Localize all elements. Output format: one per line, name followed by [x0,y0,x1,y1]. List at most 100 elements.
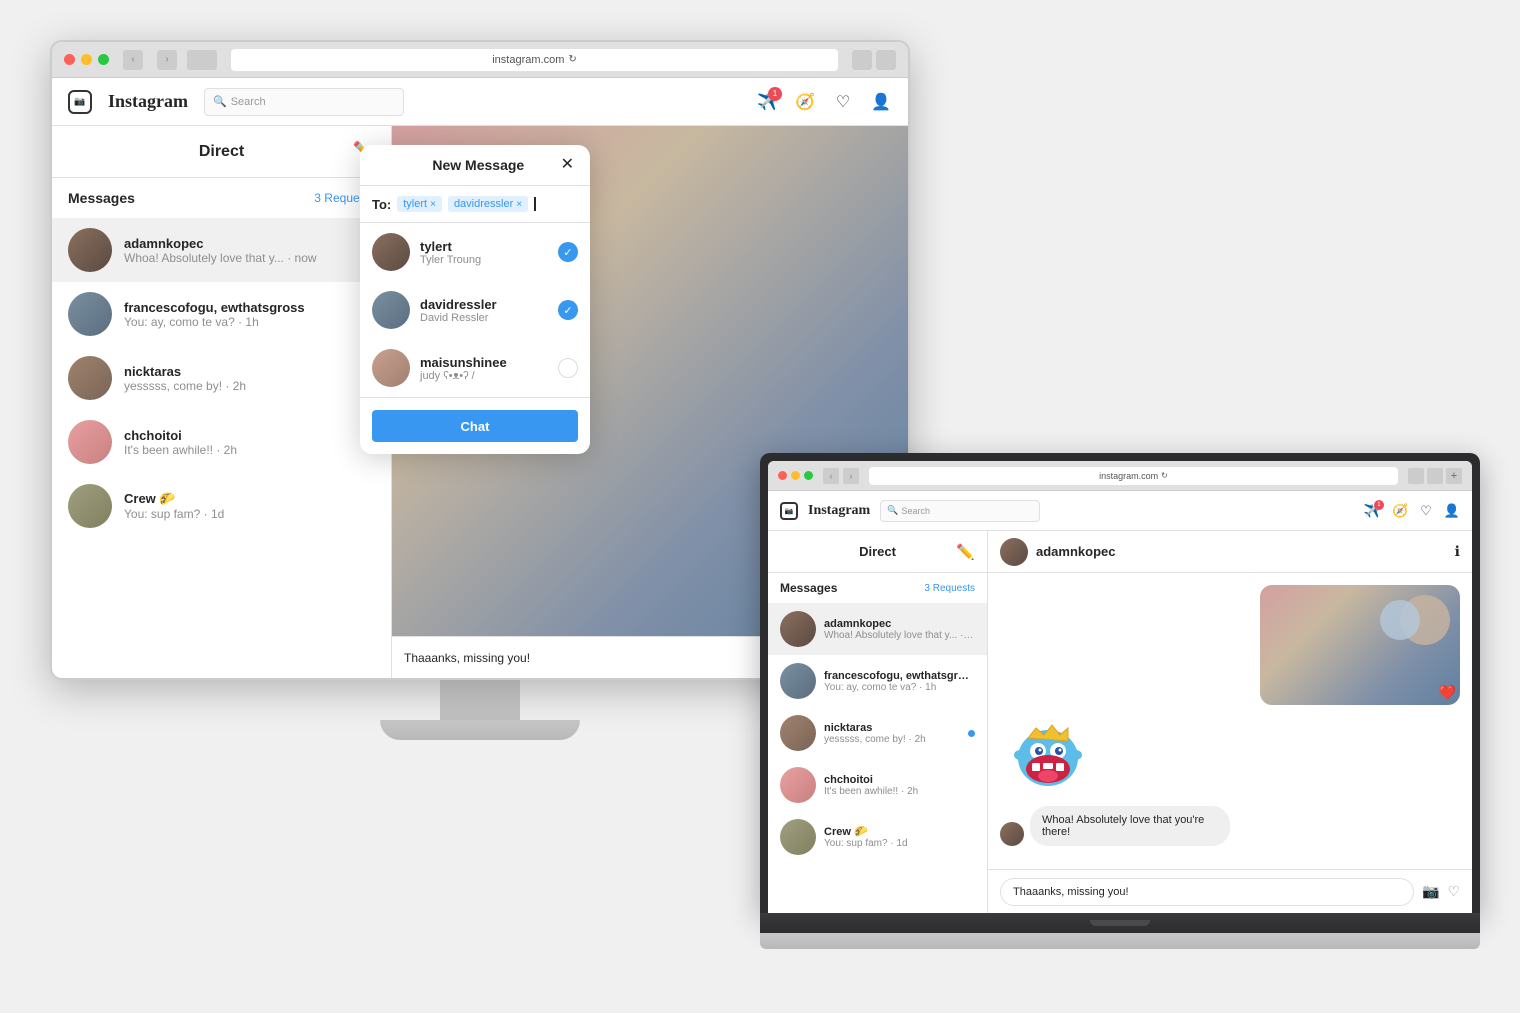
url-bar[interactable]: instagram.com ↻ [231,49,838,71]
traffic-light-yellow[interactable] [791,471,800,480]
laptop-screen: ‹ › instagram.com ↻ + 📷 [768,461,1472,913]
modal-header: New Message ✕ [360,145,590,186]
tag-remove-icon[interactable]: × [430,199,436,210]
instagram-app-laptop: 📷 Instagram 🔍 Search ✈️ 1 🧭 ♡ [768,491,1472,913]
message-username: chchoitoi [824,774,975,786]
heart-send-icon[interactable]: ♡ [1447,883,1460,900]
recipient-tag-tylert[interactable]: tylert × [397,196,442,212]
image-send-icon[interactable]: 📷 [1422,883,1439,900]
compass-icon[interactable]: 🧭 [1392,503,1408,519]
tab-button[interactable] [187,50,217,70]
laptop-bottom-bar [760,913,1480,933]
list-item[interactable]: francescofogu, ewthatsgross You: ay, com… [768,655,987,707]
traffic-light-green[interactable] [98,54,109,65]
chat-info-button[interactable]: ℹ [1455,543,1460,560]
message-preview: Whoa! Absolutely love that y... · now [824,630,975,641]
laptop-url-bar[interactable]: instagram.com ↻ [869,467,1398,485]
heart-icon[interactable]: ♡ [832,91,854,113]
traffic-light-red[interactable] [64,54,75,65]
laptop-ig-content: Direct ✏️ Messages 3 Requests adamnkope [768,531,1472,913]
add-tab-button[interactable]: + [1446,468,1462,484]
ig-sidebar-desktop: Direct ✏️ Messages 3 Requests adamnkopec… [52,126,392,678]
browser-actions [852,50,896,70]
list-item[interactable]: francescofogu, ewthatsgross You: ay, com… [52,282,391,346]
selected-check-icon: ✓ [558,300,578,320]
chat-button[interactable]: Chat [372,410,578,442]
share-button[interactable] [1408,468,1424,484]
heart-icon[interactable]: ♡ [1420,503,1432,519]
message-info: nicktaras yesssss, come by! · 2h [824,722,960,745]
avatar [372,349,410,387]
direct-icon[interactable]: ✈️ 1 [1364,503,1380,519]
list-item[interactable]: nicktaras yesssss, come by! · 2h [52,346,391,410]
chat-input[interactable] [1000,878,1414,906]
refresh-icon[interactable]: ↻ [1161,471,1168,480]
avatar [780,611,816,647]
modal-title: New Message [396,157,561,173]
compass-icon[interactable]: 🧭 [794,91,816,113]
back-button[interactable]: ‹ [823,468,839,484]
message-preview: You: sup fam? · 1d [824,838,975,849]
chat-user-avatar [1000,538,1028,566]
avatar [68,356,112,400]
message-list-desktop: adamnkopec Whoa! Absolutely love that y.… [52,218,391,678]
message-info: chchoitoi It's been awhile!! · 2h [124,428,375,457]
photo-message: ❤️ [1260,585,1460,705]
refresh-icon[interactable]: ↻ [568,54,576,65]
tag-remove-icon[interactable]: × [516,199,522,210]
traffic-light-green[interactable] [804,471,813,480]
avatar [372,291,410,329]
share-button[interactable] [852,50,872,70]
profile-icon[interactable]: 👤 [1444,503,1460,519]
traffic-light-red[interactable] [778,471,787,480]
list-item[interactable]: Crew 🌮 You: sup fam? · 1d [52,474,391,538]
avatar [780,767,816,803]
direct-icon[interactable]: ✈️ 1 [756,91,778,113]
monster-sticker-svg [1008,713,1088,793]
message-preview: You: sup fam? · 1d [124,507,375,521]
stand-neck [440,680,520,720]
avatar [372,233,410,271]
message-info: francescofogu, ewthatsgross You: ay, com… [124,300,375,329]
message-username: nicktaras [124,364,355,379]
list-item[interactable]: nicktaras yesssss, come by! · 2h [768,707,987,759]
list-item[interactable]: tylert Tyler Troung ✓ [360,223,590,281]
message-info: adamnkopec Whoa! Absolutely love that y.… [124,236,375,265]
message-preview: You: ay, como te va? · 1h [824,682,975,693]
profile-icon[interactable]: 👤 [870,91,892,113]
message-preview: You: ay, como te va? · 1h [124,315,375,329]
bookmark-button[interactable] [876,50,896,70]
avatar [780,715,816,751]
list-item[interactable]: Crew 🌮 You: sup fam? · 1d [768,811,987,863]
laptop-notch [1090,920,1150,926]
message-username: francescofogu, ewthatsgross [124,300,375,315]
sticker-message [1008,713,1088,798]
ig-header-icons-desktop: ✈️ 1 🧭 ♡ 👤 [756,91,892,113]
list-item[interactable]: adamnkopec Whoa! Absolutely love that y.… [768,603,987,655]
ig-search-bar-desktop[interactable]: 🔍 Search [204,88,404,116]
laptop-base [760,933,1480,949]
bookmark-button[interactable] [1427,468,1443,484]
ig-logo-text: Instagram [808,503,870,519]
list-item[interactable]: chchoitoi It's been awhile!! · 2h [768,759,987,811]
unread-dot [968,730,975,737]
forward-button[interactable]: › [157,50,177,70]
ig-messages-header-laptop: Messages 3 Requests [768,573,987,603]
recipient-tag-davidressler[interactable]: davidressler × [448,196,528,212]
chat-bubble: Whoa! Absolutely love that you're there! [1030,806,1230,846]
laptop-browser-actions: + [1408,468,1462,484]
traffic-light-yellow[interactable] [81,54,92,65]
new-message-button-laptop[interactable]: ✏️ [956,543,975,561]
result-username: tylert [420,239,548,254]
list-item[interactable]: chchoitoi It's been awhile!! · 2h [52,410,391,474]
requests-link-laptop[interactable]: 3 Requests [924,583,975,594]
list-item[interactable]: maisunshinee judy ʕ•ᴥ•ʔ / [360,339,590,397]
ig-search-bar-laptop[interactable]: 🔍 Search [880,500,1040,522]
list-item[interactable]: adamnkopec Whoa! Absolutely love that y.… [52,218,391,282]
forward-button[interactable]: › [843,468,859,484]
message-preview: It's been awhile!! · 2h [124,443,375,457]
modal-close-button[interactable]: ✕ [561,157,574,173]
url-text: instagram.com [492,54,564,66]
list-item[interactable]: davidressler David Ressler ✓ [360,281,590,339]
back-button[interactable]: ‹ [123,50,143,70]
